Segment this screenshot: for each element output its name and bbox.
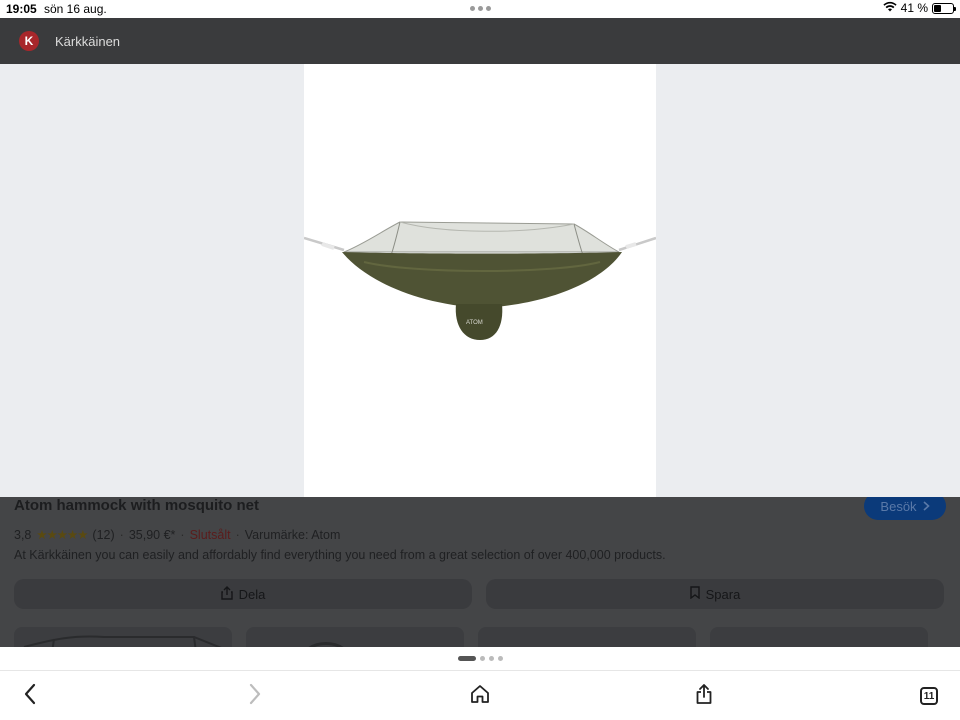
related-image[interactable] — [246, 627, 464, 647]
chevron-right-icon — [923, 499, 930, 514]
share-icon — [220, 585, 233, 603]
page-dot-active[interactable] — [457, 656, 476, 661]
image-viewer[interactable]: ATOM — [0, 64, 960, 497]
home-button[interactable] — [467, 683, 493, 709]
bookmark-icon — [689, 586, 700, 602]
availability-status: Slutsålt — [189, 527, 231, 542]
related-image[interactable] — [478, 627, 696, 647]
tabs-icon: 11 — [920, 687, 938, 705]
related-image[interactable] — [14, 627, 232, 647]
page-dot[interactable] — [479, 656, 485, 661]
rating-stars-icon: ★★★★★ — [36, 528, 88, 542]
related-image[interactable] — [710, 627, 928, 647]
share-icon — [695, 683, 713, 710]
visit-button[interactable]: Besök — [864, 497, 946, 520]
brand-label: Varumärke: Atom — [244, 527, 341, 542]
page-dot[interactable] — [497, 656, 503, 661]
hammock-illustration: ATOM — [303, 221, 657, 340]
wifi-icon — [883, 1, 897, 15]
forward-button[interactable] — [242, 683, 268, 709]
status-date: sön 16 aug. — [44, 2, 107, 16]
related-images-strip — [14, 627, 928, 647]
rating-value: 3,8 — [14, 527, 32, 542]
page-dot[interactable] — [488, 656, 494, 661]
review-count[interactable]: (12) — [92, 528, 114, 542]
share-toolbar-button[interactable] — [691, 683, 717, 709]
status-bar: 19:05 sön 16 aug. 41 % — [0, 0, 960, 18]
back-button[interactable] — [17, 683, 43, 709]
back-icon — [23, 683, 37, 710]
share-button[interactable]: Dela — [14, 579, 472, 609]
save-label: Spara — [705, 586, 741, 602]
battery-icon — [932, 2, 956, 14]
battery-percent: 41 % — [900, 1, 928, 15]
product-title[interactable]: Atom hammock with mosquito net — [14, 497, 259, 514]
tabs-button[interactable]: 11 — [916, 683, 942, 709]
svg-text:ATOM: ATOM — [466, 320, 483, 326]
product-image[interactable]: ATOM — [303, 64, 657, 497]
browser-toolbar: 11 — [0, 670, 960, 720]
site-header: K Kärkkäinen — [0, 18, 960, 64]
share-label: Dela — [238, 586, 266, 602]
status-right: 41 % — [883, 1, 956, 15]
site-name[interactable]: Kärkkäinen — [55, 34, 120, 49]
product-details-panel: Atom hammock with mosquito net Besök 3,8… — [0, 497, 960, 647]
home-icon — [470, 684, 490, 709]
page-indicator[interactable] — [0, 647, 960, 670]
product-price: 35,90 €* — [128, 527, 176, 542]
product-description: At Kärkkäinen you can easily and afforda… — [14, 548, 666, 562]
visit-label: Besök — [880, 498, 917, 514]
status-time: 19:05 — [6, 2, 37, 16]
product-meta: 3,8 ★★★★★ (12) · 35,90 €* · Slutsålt · V… — [14, 527, 341, 543]
site-logo[interactable]: K — [19, 31, 39, 51]
multitasking-dots[interactable] — [470, 6, 491, 11]
forward-icon — [248, 683, 262, 710]
save-button[interactable]: Spara — [486, 579, 944, 609]
